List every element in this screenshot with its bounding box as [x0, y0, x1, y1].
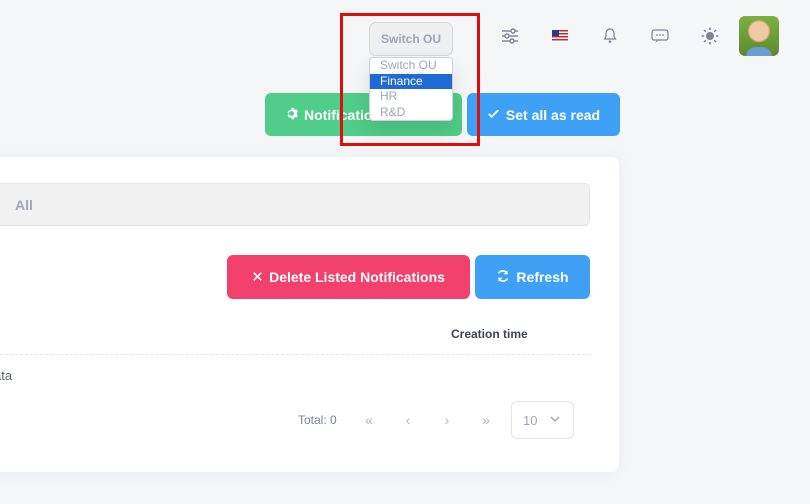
- set-all-as-read-button[interactable]: Set all as read: [467, 93, 620, 136]
- page-size-value: 10: [523, 412, 538, 428]
- delete-listed-notifications-button[interactable]: Delete Listed Notifications: [227, 255, 470, 299]
- pagination-total: Total: 0: [298, 413, 337, 427]
- first-page-icon[interactable]: «: [358, 409, 380, 431]
- page-size-select[interactable]: 10: [511, 401, 574, 439]
- refresh-icon: [496, 269, 510, 286]
- next-page-icon[interactable]: ›: [436, 409, 458, 431]
- check-icon: [487, 107, 500, 123]
- sliders-icon[interactable]: [496, 22, 524, 50]
- close-icon: [252, 269, 263, 285]
- set-all-as-read-label: Set all as read: [505, 106, 601, 123]
- column-header-creation-time[interactable]: Creation time: [451, 327, 528, 341]
- annotation-highlight-box: [340, 13, 480, 146]
- sun-icon[interactable]: [696, 22, 724, 50]
- filter-select-value: All: [15, 196, 33, 213]
- gear-icon: [285, 107, 298, 123]
- us-flag-icon[interactable]: [546, 22, 574, 50]
- table-divider: [0, 354, 590, 355]
- refresh-label: Refresh: [516, 269, 569, 285]
- last-page-icon[interactable]: »: [475, 409, 497, 431]
- delete-listed-notifications-label: Delete Listed Notifications: [269, 269, 445, 285]
- empty-table-text: ata: [0, 368, 13, 383]
- chevron-down-icon: [549, 413, 561, 428]
- refresh-button[interactable]: Refresh: [475, 255, 590, 299]
- user-avatar[interactable]: [739, 16, 779, 56]
- bell-icon[interactable]: [596, 22, 624, 50]
- prev-page-icon[interactable]: ‹: [397, 409, 419, 431]
- chat-icon[interactable]: [646, 22, 674, 50]
- read-state-filter-select[interactable]: All: [0, 183, 590, 226]
